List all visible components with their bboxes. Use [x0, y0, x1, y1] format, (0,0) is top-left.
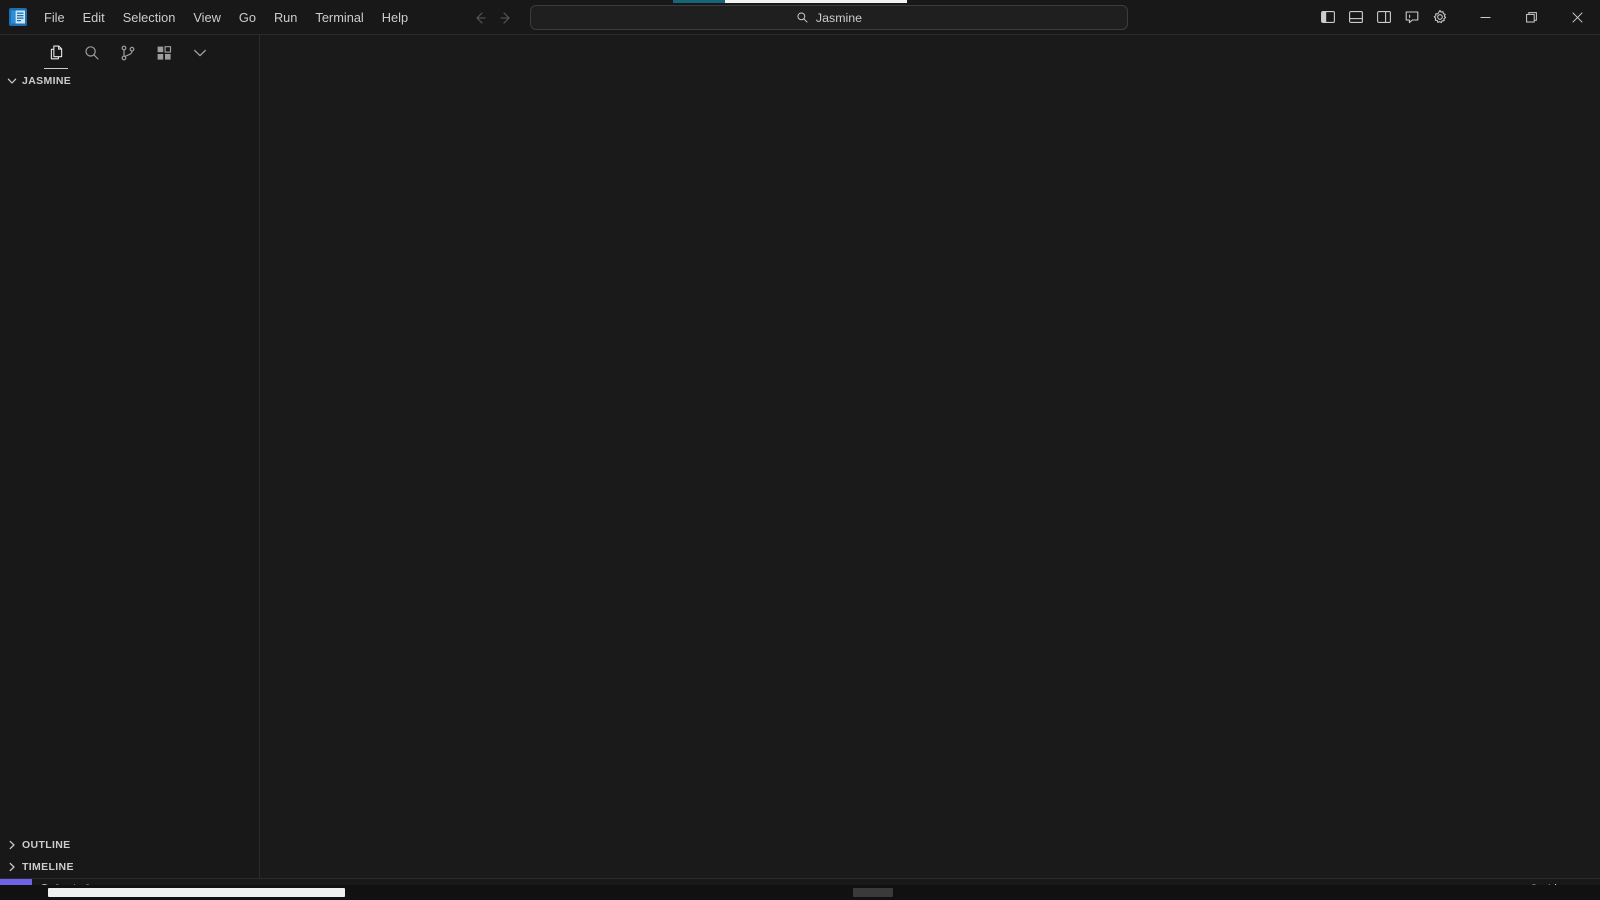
activity-source-control[interactable] — [110, 36, 146, 70]
explorer-section-outline[interactable]: OUTLINE — [0, 834, 259, 856]
source-control-icon — [119, 44, 137, 62]
menu-help[interactable]: Help — [374, 6, 416, 29]
arrow-left-icon[interactable] — [472, 10, 488, 26]
restore-icon — [1525, 11, 1537, 23]
menu-edit[interactable]: Edit — [75, 6, 113, 29]
title-bar-right — [1314, 0, 1600, 35]
search-icon — [83, 44, 101, 62]
chevron-right-icon — [4, 859, 20, 875]
chevron-down-icon — [191, 44, 209, 62]
scrollbar-mark — [853, 888, 893, 897]
explorer-folder-tree[interactable] — [0, 92, 259, 834]
menu-bar: File Edit Selection View Go Run Terminal… — [35, 0, 417, 35]
layout-sidebar-right-icon — [1376, 9, 1392, 25]
files-icon — [47, 43, 66, 62]
activity-extensions[interactable] — [146, 36, 182, 70]
window-horizontal-scrollbar[interactable] — [0, 885, 1600, 900]
toggle-panel-button[interactable] — [1342, 4, 1370, 30]
minimize-icon — [1480, 12, 1491, 23]
menu-run[interactable]: Run — [266, 6, 305, 29]
command-center-value: Jasmine — [815, 10, 863, 25]
menu-view[interactable]: View — [185, 6, 229, 29]
toggle-secondary-sidebar-button[interactable] — [1370, 4, 1398, 30]
close-icon — [1571, 11, 1583, 23]
menu-selection[interactable]: Selection — [115, 6, 184, 29]
customize-layout-button[interactable] — [1398, 4, 1426, 30]
search-icon — [796, 11, 810, 25]
scrollbar-thumb[interactable] — [48, 888, 345, 897]
title-bar: File Edit Selection View Go Run Terminal… — [0, 0, 1600, 35]
layout-panel-icon — [1348, 9, 1364, 25]
window-close-button[interactable] — [1554, 0, 1600, 35]
navigation-arrows — [472, 10, 514, 26]
chat-bubble-icon — [1404, 9, 1420, 25]
activity-explorer[interactable] — [38, 36, 74, 70]
activity-more[interactable] — [182, 36, 218, 70]
menu-file[interactable]: File — [36, 6, 73, 29]
primary-sidebar: JASMINE OUTLINE TIMELINE — [0, 35, 260, 878]
manage-settings-button[interactable] — [1426, 4, 1454, 30]
window-maximize-button[interactable] — [1508, 0, 1554, 35]
vscode-app-icon — [9, 8, 27, 26]
explorer-section-timeline-label: TIMELINE — [22, 861, 74, 873]
workbench-body: JASMINE OUTLINE TIMELINE — [0, 35, 1600, 878]
chevron-down-icon — [4, 73, 20, 89]
chevron-right-icon — [4, 837, 20, 853]
explorer-section-outline-label: OUTLINE — [22, 839, 71, 851]
window-minimize-button[interactable] — [1462, 0, 1508, 35]
window-controls — [1462, 0, 1600, 35]
menu-go[interactable]: Go — [231, 6, 264, 29]
toggle-primary-sidebar-button[interactable] — [1314, 4, 1342, 30]
arrow-right-icon[interactable] — [498, 10, 514, 26]
layout-controls — [1314, 4, 1454, 30]
command-center[interactable]: Jasmine — [530, 5, 1128, 30]
explorer-section-jasmine-label: JASMINE — [22, 75, 72, 87]
activity-search[interactable] — [74, 36, 110, 70]
menu-terminal[interactable]: Terminal — [307, 6, 371, 29]
editor-area[interactable] — [260, 35, 1600, 878]
explorer-sections: JASMINE OUTLINE TIMELINE — [0, 70, 259, 878]
activity-bar — [0, 35, 259, 70]
layout-sidebar-left-icon — [1320, 9, 1336, 25]
explorer-section-timeline[interactable]: TIMELINE — [0, 856, 259, 878]
gear-icon — [1432, 9, 1448, 25]
explorer-section-jasmine[interactable]: JASMINE — [0, 70, 259, 92]
vscode-window: File Edit Selection View Go Run Terminal… — [0, 0, 1600, 900]
extensions-icon — [155, 44, 173, 62]
